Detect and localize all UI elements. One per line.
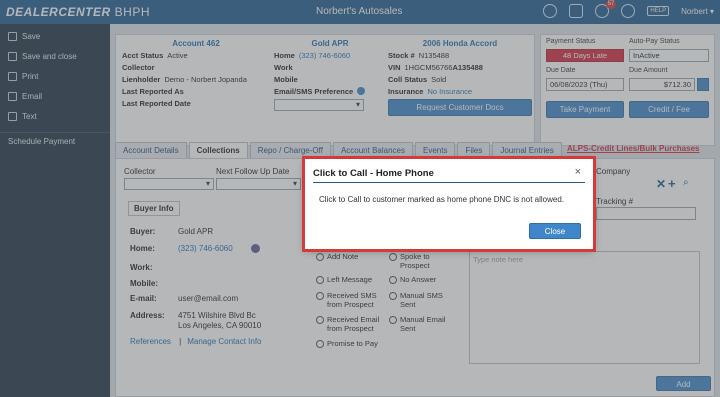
dialog-divider <box>313 182 585 183</box>
click-to-call-dialog: Click to Call - Home Phone × Click to Ca… <box>302 156 596 252</box>
close-icon[interactable]: × <box>575 166 581 178</box>
dialog-title: Click to Call - Home Phone <box>313 168 434 179</box>
close-button[interactable]: Close <box>529 223 581 239</box>
dialog-message: Click to Call to customer marked as home… <box>319 195 564 204</box>
